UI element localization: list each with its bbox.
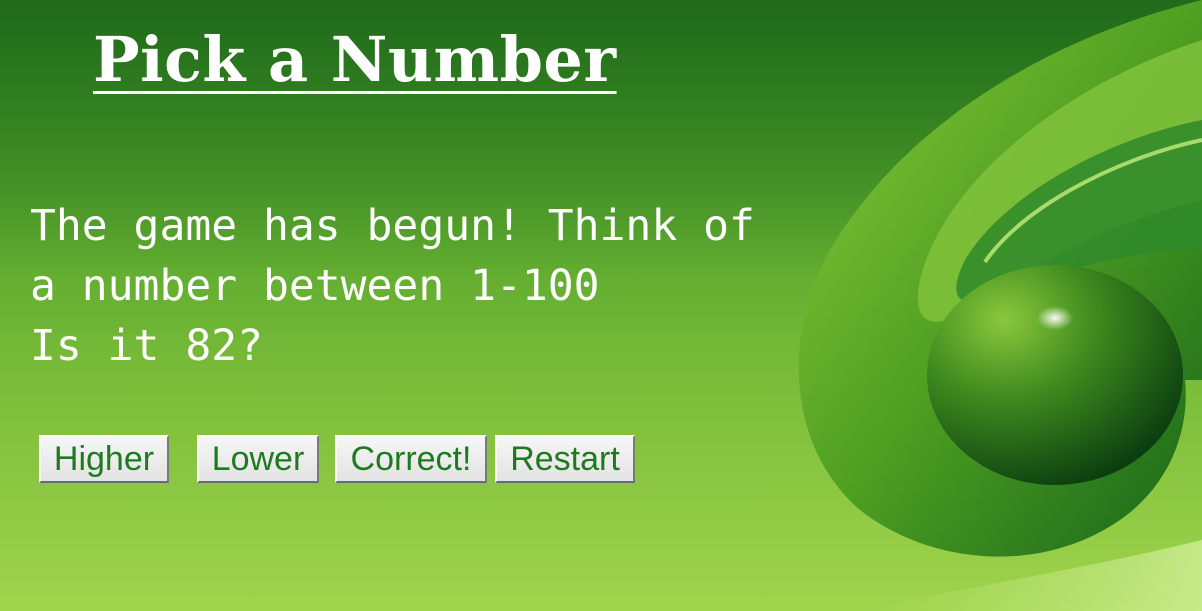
message-line: a number between 1-100 (30, 261, 600, 311)
message-line: The game has begun! Think of (30, 201, 755, 251)
restart-button[interactable]: Restart (495, 435, 635, 483)
page-title: Pick a Number (93, 23, 617, 96)
lower-button[interactable]: Lower (197, 435, 319, 483)
correct-button[interactable]: Correct! (335, 435, 487, 483)
guess-prompt: Is it 82? (30, 321, 263, 371)
higher-button[interactable]: Higher (39, 435, 169, 483)
game-message: The game has begun! Think of a number be… (30, 196, 820, 376)
